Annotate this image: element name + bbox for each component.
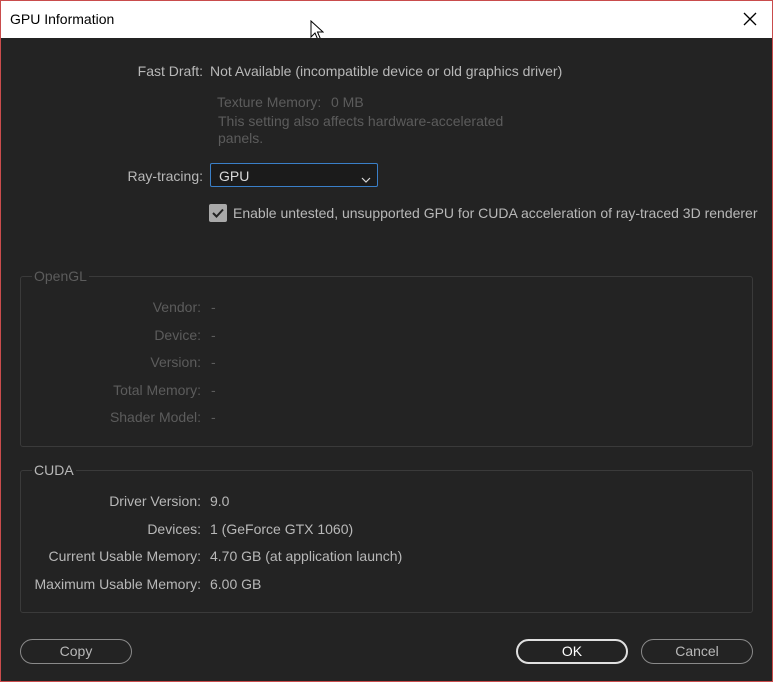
ray-tracing-label: Ray-tracing: [127, 168, 203, 184]
ok-button[interactable]: OK [516, 639, 628, 664]
opengl-group-title: OpenGL [32, 268, 89, 284]
cuda-maximum-usable-memory-label: Maximum Usable Memory: [34, 576, 201, 592]
cuda-acceleration-checkbox-label[interactable]: Enable untested, unsupported GPU for CUD… [233, 205, 758, 221]
fast-draft-value: Not Available (incompatible device or ol… [210, 63, 563, 79]
cuda-devices-value: 1 (GeForce GTX 1060) [210, 521, 354, 537]
title-bar[interactable]: GPU Information [1, 1, 772, 41]
cuda-driver-version-value: 9.0 [210, 493, 230, 509]
close-icon[interactable] [738, 7, 762, 31]
cuda-acceleration-checkbox[interactable] [209, 204, 227, 222]
opengl-device-value: - [211, 327, 216, 343]
dialog-title: GPU Information [10, 11, 115, 27]
opengl-shader-model-value: - [211, 409, 216, 425]
cancel-button[interactable]: Cancel [641, 639, 753, 664]
chevron-down-icon [361, 171, 371, 183]
copy-button[interactable]: Copy [20, 639, 132, 664]
cuda-current-usable-memory-label: Current Usable Memory: [48, 548, 202, 564]
gpu-information-dialog: GPU Information Fast Draft: Not Availabl… [0, 0, 773, 682]
opengl-version-label: Version: [150, 354, 201, 370]
checkmark-icon [212, 208, 224, 218]
ray-tracing-select[interactable]: GPU [210, 163, 378, 187]
texture-memory-value: 0 MB [331, 94, 364, 110]
texture-memory-label: Texture Memory: [217, 94, 322, 110]
cuda-current-usable-memory-value: 4.70 GB (at application launch) [210, 548, 403, 564]
opengl-device-label: Device: [154, 327, 201, 343]
opengl-version-value: - [211, 354, 216, 370]
cuda-maximum-usable-memory-value: 6.00 GB [210, 576, 262, 592]
cuda-devices-label: Devices: [147, 521, 201, 537]
fast-draft-label: Fast Draft: [137, 63, 203, 79]
opengl-vendor-value: - [211, 299, 216, 315]
hardware-accel-note: This setting also affects hardware-accel… [218, 113, 503, 147]
cuda-group-title: CUDA [32, 462, 76, 478]
opengl-total-memory-label: Total Memory: [113, 382, 201, 398]
cuda-driver-version-label: Driver Version: [109, 493, 201, 509]
dialog-content: Fast Draft: Not Available (incompatible … [1, 38, 772, 681]
opengl-total-memory-value: - [211, 382, 216, 398]
opengl-vendor-label: Vendor: [152, 299, 201, 315]
ray-tracing-selected-value: GPU [219, 168, 250, 184]
hardware-accel-note-line-1: This setting also affects hardware-accel… [218, 113, 504, 129]
opengl-shader-model-label: Shader Model: [109, 409, 201, 425]
hardware-accel-note-line-2: panels. [218, 130, 264, 146]
